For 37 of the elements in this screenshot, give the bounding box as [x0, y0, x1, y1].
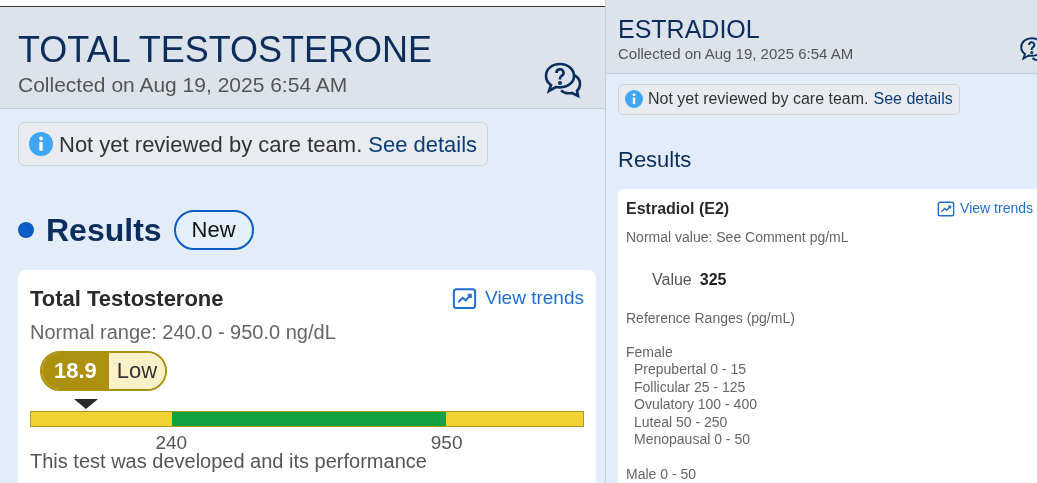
see-details-link[interactable]: See details — [873, 87, 953, 112]
reference-heading: Reference Ranges (pg/mL) — [626, 308, 796, 327]
report-title: TOTAL TESTOSTERONE — [18, 29, 433, 71]
test-name: Total Testosterone — [30, 285, 224, 313]
view-trends-link[interactable]: View trends — [937, 198, 1033, 219]
help-chat-icon[interactable] — [543, 61, 583, 101]
chart-icon — [452, 286, 478, 311]
reference-group: Male 0 - 50 — [626, 465, 1033, 483]
results-heading: Results — [618, 146, 692, 174]
info-icon — [625, 90, 643, 109]
new-badge: New — [173, 210, 254, 250]
chart-icon — [937, 199, 956, 218]
test-name: Estradiol (E2) — [626, 198, 730, 219]
notice-text: Not yet reviewed by care team. — [648, 89, 869, 110]
reference-range: Follicular 25 - 125 — [634, 378, 747, 396]
notice-text: Not yet reviewed by care team. — [59, 130, 363, 159]
result-value: 325 — [699, 269, 727, 290]
reference-range: Ovulatory 100 - 400 — [634, 396, 758, 414]
report-title: ESTRADIOL — [618, 14, 761, 44]
range-tick-label: 950 — [430, 431, 463, 455]
info-icon — [29, 132, 53, 156]
normal-range: Normal value: See Comment pg/mL — [626, 227, 850, 247]
results-heading: Results — [46, 211, 162, 250]
reference-group: Female — [626, 343, 1033, 361]
reference-range: Prepubertal 0 - 15 — [634, 361, 748, 379]
value-label: Value — [652, 269, 692, 290]
collected-date: Collected on Aug 19, 2025 6:54 AM — [18, 72, 349, 98]
result-flag: Low — [108, 353, 166, 389]
range-tick-label: 240 — [155, 431, 188, 453]
result-value: 18.9 — [42, 353, 109, 389]
result-note: This test was developed and its performance — [30, 451, 428, 471]
reference-range: Luteal 50 - 250 — [634, 413, 729, 431]
normal-range: Normal range: 240.0 - 950.0 ng/dL — [30, 320, 337, 345]
reference-range: Menopausal 0 - 50 — [634, 431, 751, 449]
collected-date: Collected on Aug 19, 2025 6:54 AM — [618, 44, 854, 64]
view-trends-link[interactable]: View trends — [452, 284, 584, 313]
see-details-link[interactable]: See details — [368, 127, 478, 161]
